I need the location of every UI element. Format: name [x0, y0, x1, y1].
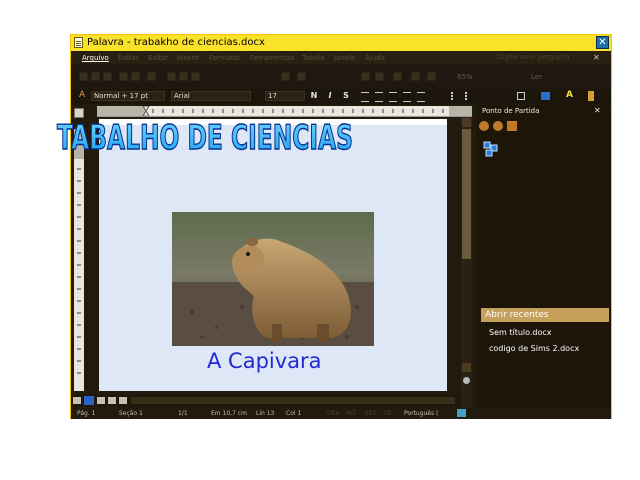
outline-view-icon[interactable]: [108, 397, 116, 404]
recent-file-item[interactable]: Sem título.docx: [489, 328, 552, 337]
new-icon[interactable]: [79, 72, 88, 81]
standard-toolbar: 65% Ler: [71, 65, 611, 89]
spelling-icon[interactable]: [147, 72, 156, 81]
status-mode-rec[interactable]: GRA: [327, 410, 340, 417]
font-size-combo[interactable]: 17: [265, 91, 305, 101]
preview-icon[interactable]: [131, 72, 140, 81]
task-pane-close-icon[interactable]: ✕: [594, 106, 601, 115]
status-line: Lin 13: [256, 410, 275, 417]
normal-view-icon[interactable]: [73, 397, 81, 404]
print-layout-icon[interactable]: [97, 397, 105, 404]
drawing-icon[interactable]: [393, 72, 402, 81]
scroll-thumb[interactable]: [462, 129, 471, 259]
status-mode-ext[interactable]: EST: [365, 410, 376, 417]
status-pages: 1/1: [178, 410, 188, 417]
bold-button[interactable]: N: [309, 91, 319, 101]
font-color-icon[interactable]: A: [566, 90, 573, 100]
status-column: Col 1: [286, 410, 302, 417]
line-spacing-icon[interactable]: [417, 92, 425, 102]
task-pane-header: Ponto de Partida ✕: [476, 106, 611, 118]
menu-janela[interactable]: Janela: [334, 54, 355, 62]
horizontal-ruler[interactable]: [97, 106, 472, 117]
status-section: Seção 1: [119, 410, 143, 417]
menu-ferramentas[interactable]: Ferramentas: [250, 54, 294, 62]
menu-close-icon[interactable]: ✕: [593, 53, 600, 62]
menu-editar[interactable]: Editar: [118, 54, 139, 62]
document-caption[interactable]: A Capivara: [207, 349, 322, 373]
columns-icon[interactable]: [375, 72, 384, 81]
style-combo[interactable]: Normal + 17 pt: [91, 91, 165, 101]
document-icon: [74, 37, 83, 48]
status-language[interactable]: Português (: [404, 410, 438, 417]
bullets-icon[interactable]: [465, 92, 475, 100]
wordart-title[interactable]: TABALHO DE CIENCIAS: [55, 118, 355, 158]
recent-file-item[interactable]: codigo de Sims 2.docx: [489, 344, 579, 353]
open-icon[interactable]: [91, 72, 100, 81]
highlight-icon[interactable]: [541, 92, 550, 100]
menu-arquivo[interactable]: Arquivo: [82, 54, 109, 62]
status-page: Pág. 1: [77, 410, 96, 417]
cut-icon[interactable]: [167, 72, 176, 81]
capybara-photo[interactable]: [172, 212, 374, 346]
strike-button[interactable]: S: [341, 91, 351, 101]
table-icon[interactable]: [361, 72, 370, 81]
wordart-title-text: TABALHO DE CIENCIAS: [57, 118, 353, 158]
menu-ajuda[interactable]: Ajuda: [365, 54, 385, 62]
home-icon[interactable]: [507, 121, 517, 131]
scroll-up-icon[interactable]: [462, 118, 471, 127]
back-icon[interactable]: [479, 121, 489, 131]
menu-tabela[interactable]: Tabela: [302, 54, 324, 62]
hscroll-track[interactable]: [131, 397, 455, 404]
copy-icon[interactable]: [179, 72, 188, 81]
status-bar: Pág. 1 Seção 1 1/1 Em 10,7 cm Lin 13 Col…: [71, 408, 611, 419]
close-button[interactable]: ✕: [596, 36, 609, 49]
browse-object-icon[interactable]: [463, 377, 470, 384]
formatting-toolbar: A Normal + 17 pt Arial 17 N I S A: [71, 89, 611, 104]
menu-formatar[interactable]: Formatar: [209, 54, 241, 62]
show-formatting-icon[interactable]: [427, 72, 436, 81]
recent-files-header: Abrir recentes: [481, 308, 609, 322]
reading-view-icon[interactable]: [119, 397, 127, 404]
styles-icon[interactable]: A: [79, 90, 85, 100]
status-position: Em 10,7 cm: [211, 410, 247, 417]
save-icon[interactable]: [103, 72, 112, 81]
menu-inserir[interactable]: Inserir: [177, 54, 199, 62]
office-online-icon[interactable]: [483, 141, 499, 157]
horizontal-scrollbar[interactable]: [71, 395, 461, 406]
align-right-icon[interactable]: [389, 92, 397, 102]
align-left-icon[interactable]: [361, 92, 369, 102]
status-mode-ovr[interactable]: SE: [384, 410, 392, 417]
vertical-ruler[interactable]: [74, 129, 84, 391]
status-mode-trk[interactable]: ALT: [346, 410, 356, 417]
spelling-status-icon[interactable]: [457, 409, 466, 417]
task-pane-title: Ponto de Partida: [482, 107, 540, 115]
italic-button[interactable]: I: [325, 91, 335, 101]
forward-icon[interactable]: [493, 121, 503, 131]
print-icon[interactable]: [119, 72, 128, 81]
border-icon[interactable]: [517, 92, 525, 100]
toolbar-options-icon[interactable]: [588, 91, 594, 101]
tab-selector[interactable]: [74, 108, 84, 118]
redo-icon[interactable]: [297, 72, 306, 81]
undo-icon[interactable]: [281, 72, 290, 81]
zoom-combo[interactable]: 65%: [457, 73, 473, 81]
scroll-down-icon[interactable]: [462, 363, 471, 372]
numbering-icon[interactable]: [451, 92, 461, 100]
window-title: Palavra - trabakho de ciencias.docx: [87, 37, 265, 48]
web-layout-icon[interactable]: [84, 396, 94, 405]
help-search-input[interactable]: Digite uma pergunta: [497, 53, 587, 63]
justify-icon[interactable]: [403, 92, 411, 102]
map-icon[interactable]: [411, 72, 420, 81]
paste-icon[interactable]: [191, 72, 200, 81]
menu-bar: Arquivo Editar Exibir Inserir Formatar F…: [71, 52, 611, 64]
font-combo[interactable]: Arial: [171, 91, 251, 101]
vertical-scrollbar[interactable]: [461, 117, 472, 409]
title-bar[interactable]: Palavra - trabakho de ciencias.docx ✕: [71, 35, 611, 51]
align-center-icon[interactable]: [375, 92, 383, 102]
read-button[interactable]: Ler: [531, 73, 542, 81]
menu-exibir[interactable]: Exibir: [148, 54, 168, 62]
